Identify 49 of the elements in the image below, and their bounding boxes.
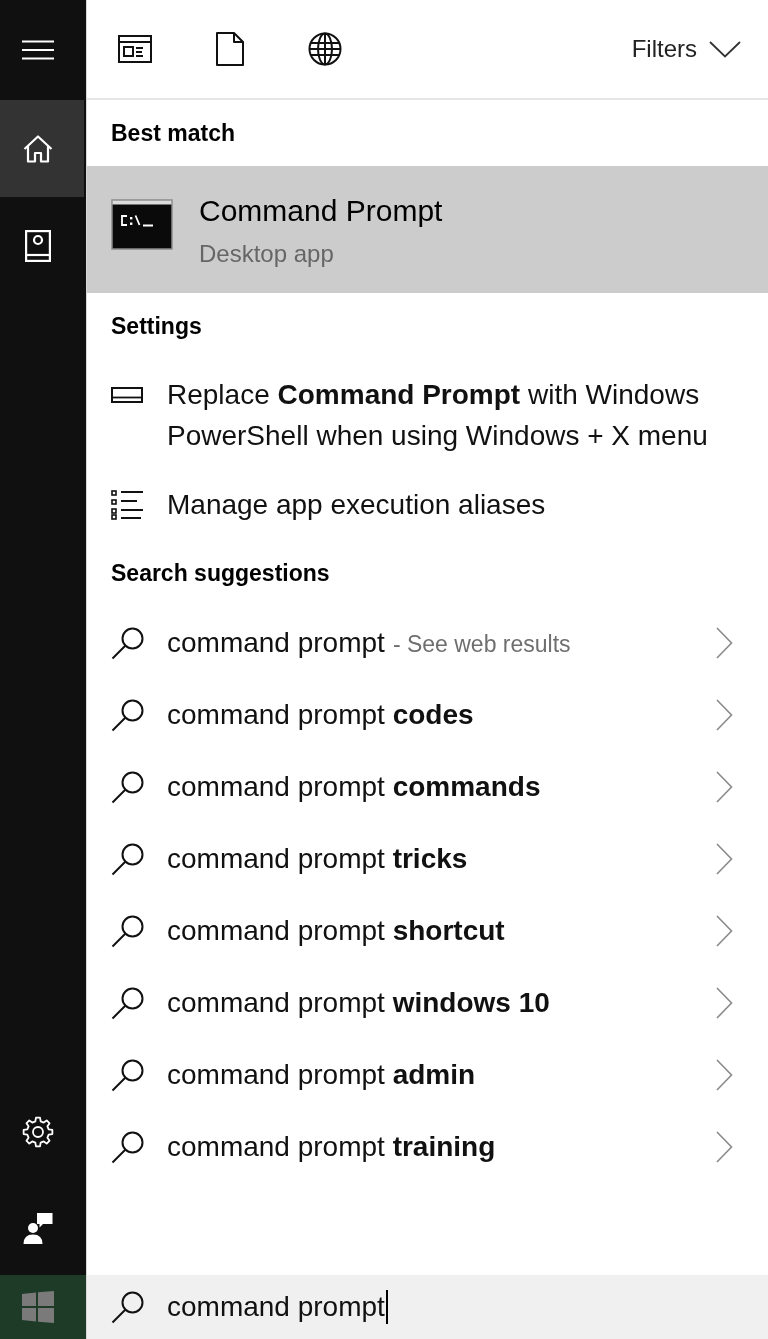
suggestion-item[interactable]: command prompt codes (87, 679, 768, 751)
app-window-icon (117, 35, 152, 63)
section-heading: Best match (110, 118, 236, 148)
document-icon (215, 32, 244, 66)
search-icon (111, 914, 145, 948)
globe-icon (307, 32, 342, 66)
settings-icon (22, 1116, 54, 1148)
chevron-right-icon (716, 843, 733, 875)
filters-button[interactable]: Filters (623, 27, 768, 71)
suggestion-item[interactable]: command prompt admin (87, 1039, 768, 1111)
setting-item[interactable]: Replace Command Prompt with Windows PowerShell when using Windows + X menu (87, 360, 768, 470)
chevron-right-icon (716, 771, 733, 803)
setting-item[interactable]: Manage app execution aliases (87, 470, 768, 539)
suggestion-item[interactable]: command prompt training (87, 1111, 768, 1183)
search-icon (111, 698, 145, 732)
suggestion-item[interactable]: command prompt - See web results (87, 607, 768, 679)
chevron-right-icon (716, 1059, 733, 1091)
four-panes-icon (22, 1291, 54, 1323)
chevron-right-icon (716, 987, 733, 1019)
chevron-down-icon (709, 40, 741, 58)
chevron-right-icon (716, 915, 733, 947)
section-heading: Settings (110, 312, 203, 341)
search-icon (111, 842, 145, 876)
search-icon (111, 770, 145, 804)
suggestion-item[interactable]: command prompt shortcut (87, 895, 768, 967)
search-icon (111, 986, 145, 1020)
list-icon (111, 489, 143, 520)
best-match-item[interactable]: Command Prompt Desktop app (87, 166, 768, 293)
search-icon (111, 1058, 145, 1092)
text-cursor (385, 1290, 388, 1324)
chevron-right-icon (716, 699, 733, 731)
search-icon (111, 1130, 145, 1164)
suggestion-item[interactable]: command prompt commands (87, 751, 768, 823)
terminal-icon (111, 199, 173, 251)
search-field[interactable]: command prompt (87, 1275, 768, 1339)
home-icon (23, 134, 53, 163)
person-speech-icon (23, 1211, 53, 1244)
home-button[interactable] (0, 100, 84, 197)
section-heading: Search suggestions (110, 558, 331, 588)
notebook-icon (25, 229, 51, 262)
chevron-right-icon (716, 627, 733, 659)
search-icon (111, 1290, 145, 1324)
suggestion-item[interactable]: command prompt tricks (87, 823, 768, 895)
search-icon (111, 626, 145, 660)
start-button[interactable] (0, 1275, 86, 1339)
menu-icon (22, 40, 54, 60)
suggestion-item[interactable]: command prompt windows 10 (87, 967, 768, 1039)
flat-bar-icon (111, 386, 143, 403)
chevron-right-icon (716, 1131, 733, 1163)
